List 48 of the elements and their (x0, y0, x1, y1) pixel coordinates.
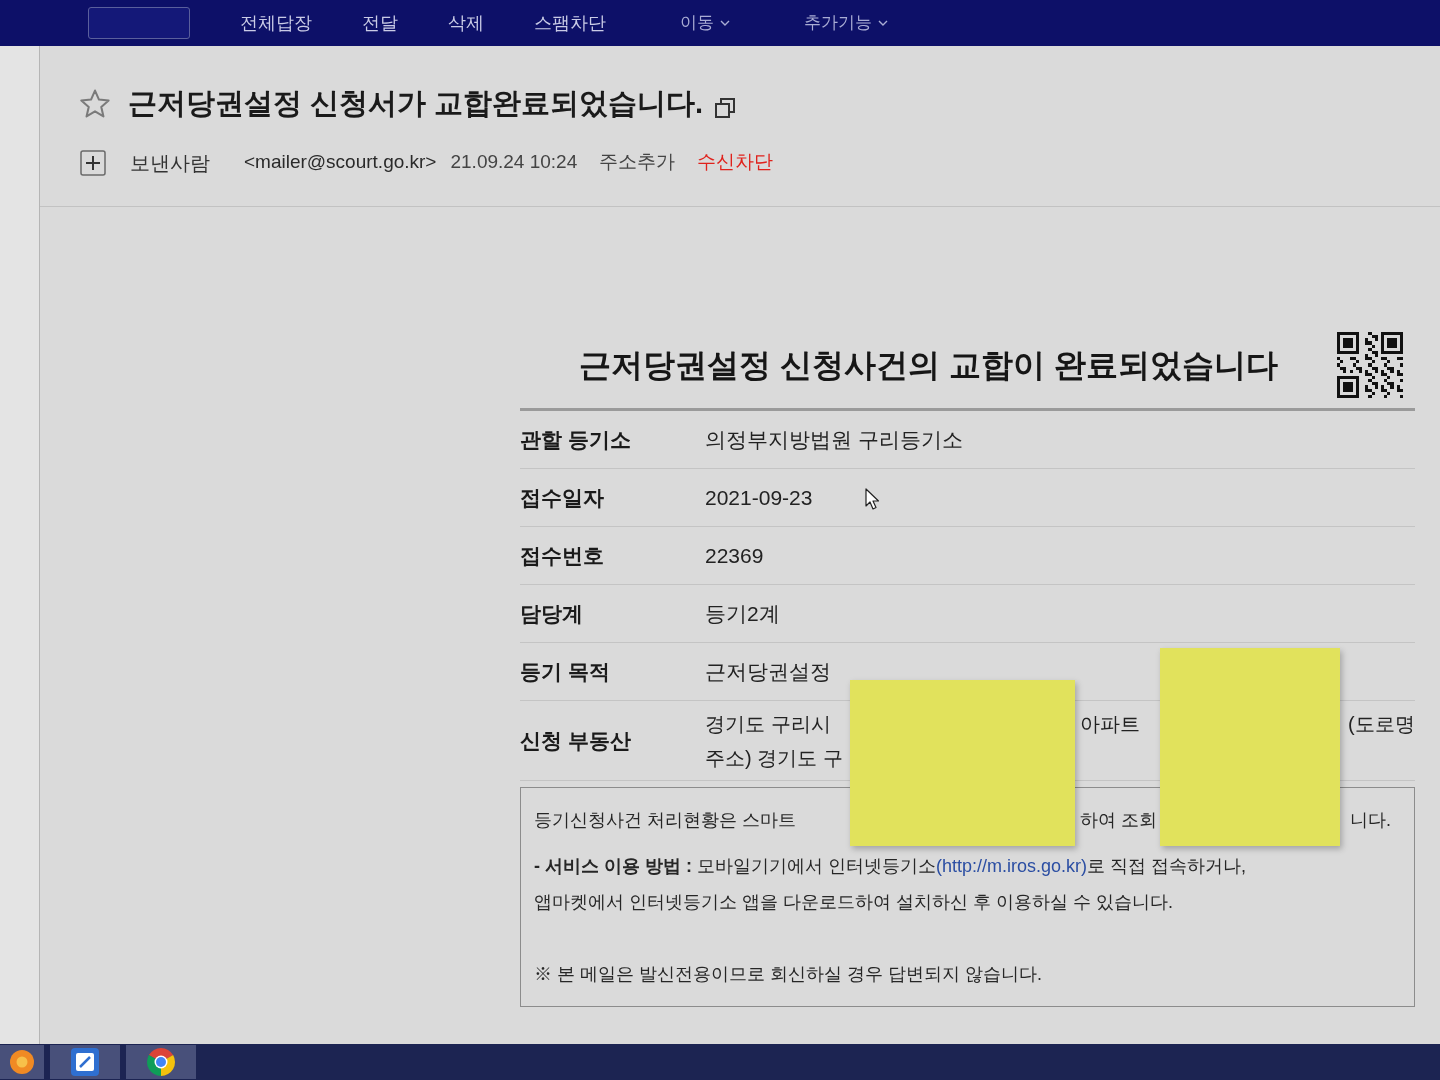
field-value: 아파트 (1080, 712, 1140, 735)
email-subject: 근저당권설정 신청서가 교합완료되었습니다. (128, 86, 704, 121)
toolbar-button[interactable]: 삭제 (448, 9, 484, 37)
add-address-link[interactable]: 주소추가 (599, 148, 676, 177)
field-label: 담당계 (520, 600, 584, 627)
field-label: 등기 목적 (520, 658, 611, 685)
mouse-pointer-icon (865, 488, 879, 510)
content-title: 근저당권설정 신청사건의 교합이 완료되었습니다 (578, 345, 1279, 385)
taskbar-button[interactable] (126, 1045, 196, 1079)
notice-text: 니다. (1350, 809, 1391, 830)
chevron-down-icon (720, 20, 730, 26)
circle-logo-icon (147, 1048, 175, 1076)
field-label: 접수일자 (520, 484, 605, 511)
chevron-down-icon (878, 20, 888, 26)
notice-text: 등기신청사건 처리현황은 스마트 (534, 809, 796, 830)
field-value: 주소) 경기도 구 (705, 746, 843, 769)
qr-code-icon (1337, 331, 1403, 398)
notice-text: 앱마켓에서 인터넷등기소 앱을 다운로드하여 설치하신 후 이용하실 수 있습니다. (534, 891, 1174, 914)
app-tile-icon (71, 1048, 99, 1076)
field-value: 등기2계 (705, 600, 780, 627)
notice-footnote: ※ 본 메일은 발신전용이므로 회신하실 경우 답변되지 않습니다. (534, 963, 1043, 986)
round-app-icon (10, 1050, 34, 1074)
sender-label: 보낸사람 (130, 150, 210, 176)
toolbar-button[interactable] (88, 7, 190, 39)
toolbar-menu-button[interactable]: 추가기능 (804, 10, 888, 36)
toolbar-button[interactable]: 전달 (362, 9, 398, 37)
field-value: 근저당권설정 (705, 658, 831, 685)
taskbar-button[interactable] (50, 1045, 120, 1079)
field-label: 관할 등기소 (520, 426, 632, 453)
taskbar-button[interactable] (0, 1045, 44, 1079)
message-date: 21.09.24 10:24 (450, 150, 578, 175)
field-label: 신청 부동산 (520, 727, 632, 754)
field-value: 22369 (705, 542, 764, 569)
toolbar-button[interactable]: 전체답장 (240, 9, 312, 37)
notice-text: - 서비스 이용 방법 : 모바일기기에서 인터넷등기소(http://m.iros.go.kr)로 직접 접속하거나, (534, 855, 1248, 878)
star-icon[interactable] (80, 89, 110, 119)
toolbar-menu-button[interactable]: 이동 (680, 10, 730, 36)
notice-text: 하여 조회 (1080, 809, 1157, 830)
field-label: 접수번호 (520, 542, 605, 569)
field-value: (도로명 (1348, 712, 1415, 735)
field-value: 경기도 구리시 (705, 712, 831, 735)
toolbar-button[interactable]: 스팸차단 (534, 9, 606, 37)
link[interactable]: (http://m.iros.go.kr) (936, 856, 1088, 876)
field-value: 의정부지방법원 구리등기소 (705, 426, 963, 453)
copy-icon[interactable] (715, 97, 736, 118)
sender-address: <mailer@scourt.go.kr> (244, 150, 437, 175)
plus-box-icon[interactable] (80, 149, 106, 176)
field-value: 2021-09-23 (705, 484, 813, 511)
